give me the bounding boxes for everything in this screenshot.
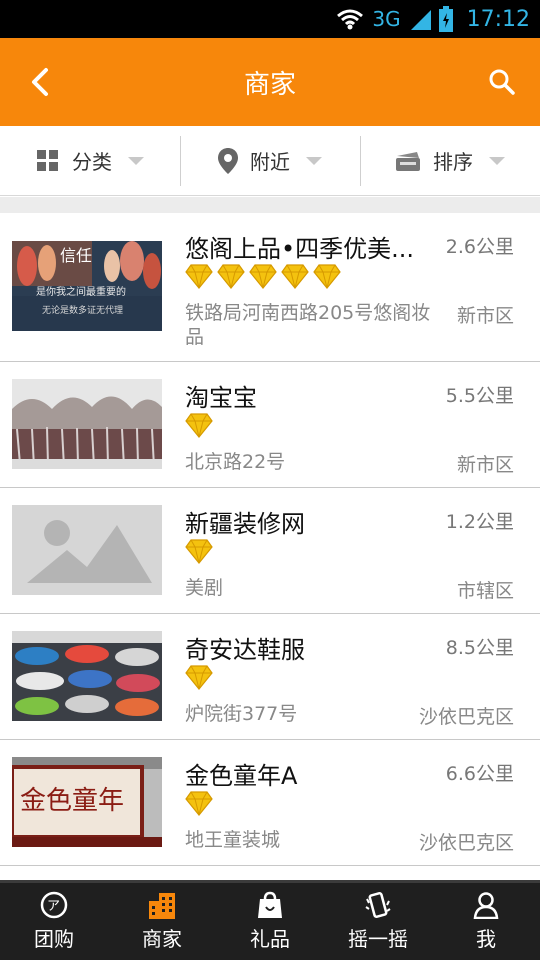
filter-nearby[interactable]: 附近: [180, 126, 360, 195]
merchant-address: 北京路22号: [185, 451, 286, 473]
tab-label: 摇一摇: [348, 927, 408, 951]
bottom-tab-bar: ア 团购 商家 礼品 摇一摇 我: [0, 880, 540, 960]
tab-group-buy[interactable]: ア 团购: [0, 883, 108, 960]
merchant-name: 金色童年A: [185, 762, 298, 790]
chevron-down-icon: [489, 156, 505, 165]
network-type: 3G: [372, 7, 401, 31]
rating-diamonds: [185, 412, 213, 438]
merchant-name: 奇安达鞋服: [185, 636, 305, 664]
merchant-list: 信任 是你我之间最重要的 无论是数多证无代理 悠阁上品•四季优美... 2.6公…: [0, 213, 540, 866]
filter-sort[interactable]: 排序: [360, 126, 540, 195]
tab-label: 商家: [142, 927, 182, 951]
divider: [0, 197, 540, 213]
shake-phone-icon: [365, 892, 391, 918]
rating-diamonds: [185, 664, 213, 690]
merchant-distance: 5.5公里: [445, 385, 514, 407]
thumb-text: 信任: [60, 246, 92, 265]
tab-shake[interactable]: 摇一摇: [324, 883, 432, 960]
tab-label: 我: [476, 927, 496, 951]
profile-icon: [473, 892, 499, 919]
merchant-distance: 8.5公里: [445, 637, 514, 659]
page-title: 商家: [243, 69, 296, 100]
thumb-text: 金色童年: [20, 786, 124, 816]
filter-category[interactable]: 分类: [0, 126, 180, 195]
tab-merchant[interactable]: 商家: [108, 883, 216, 960]
merchant-name: 悠阁上品•四季优美...: [185, 235, 415, 263]
filter-bar: 分类 附近 排序: [0, 126, 540, 196]
grid-icon: [37, 149, 58, 171]
rating-diamonds: [185, 263, 341, 289]
gift-bag-icon: [258, 891, 282, 918]
list-item[interactable]: 淘宝宝 5.5公里 北京路22号 新市区: [0, 362, 540, 488]
merchant-area: 新市区: [456, 454, 514, 476]
sort-icon: [396, 151, 420, 171]
diamond-icon: [281, 264, 309, 289]
rating-diamonds: [185, 538, 213, 564]
filter-category-label: 分类: [72, 150, 112, 174]
location-pin-icon: [218, 147, 238, 174]
wifi-icon: [337, 9, 364, 30]
filter-sort-label: 排序: [433, 150, 473, 174]
diamond-icon: [185, 413, 213, 438]
svg-text:ア: ア: [47, 899, 60, 914]
merchant-address: 炉院街377号: [185, 703, 298, 725]
back-arrow-icon[interactable]: [26, 66, 54, 98]
diamond-icon: [185, 665, 213, 690]
group-buy-icon: ア: [40, 891, 68, 919]
merchant-distance: 1.2公里: [445, 511, 514, 533]
list-item[interactable]: 奇安达鞋服 8.5公里 炉院街377号 沙依巴克区: [0, 614, 540, 740]
list-item[interactable]: 金色童年 金色童年A 6.6公里 地王童装城 沙依巴克区: [0, 740, 540, 866]
merchant-thumbnail: 信任 是你我之间最重要的 无论是数多证无代理: [12, 241, 162, 331]
merchant-name: 新疆装修网: [185, 510, 305, 538]
placeholder-image-icon: [12, 505, 162, 595]
diamond-icon: [185, 539, 213, 564]
filter-nearby-label: 附近: [250, 150, 290, 174]
diamond-icon: [249, 264, 277, 289]
merchant-distance: 6.6公里: [445, 763, 514, 785]
diamond-icon: [217, 264, 245, 289]
tab-gift[interactable]: 礼品: [216, 883, 324, 960]
rating-diamonds: [185, 790, 213, 816]
merchant-thumbnail: [12, 379, 162, 469]
merchant-area: 沙依巴克区: [418, 832, 514, 854]
merchant-thumbnail: [12, 631, 162, 721]
status-bar: 3G 17:12: [0, 0, 540, 38]
chevron-down-icon: [306, 156, 322, 165]
merchant-area: 新市区: [456, 305, 514, 327]
tab-label: 团购: [34, 927, 74, 951]
app-header: 商家: [0, 38, 540, 126]
merchant-area: 沙依巴克区: [418, 706, 514, 728]
diamond-icon: [185, 264, 213, 289]
tab-label: 礼品: [250, 927, 290, 951]
list-item[interactable]: 信任 是你我之间最重要的 无论是数多证无代理 悠阁上品•四季优美... 2.6公…: [0, 213, 540, 362]
tab-me[interactable]: 我: [432, 883, 540, 960]
clock: 17:12: [466, 6, 530, 32]
search-icon[interactable]: [488, 68, 516, 96]
merchant-distance: 2.6公里: [445, 236, 514, 258]
diamond-icon: [185, 791, 213, 816]
merchant-address: 美剧: [185, 577, 224, 599]
thumb-caption: 是你我之间最重要的: [36, 285, 126, 298]
diamond-icon: [313, 264, 341, 289]
thumb-caption-2: 无论是数多证无代理: [42, 304, 123, 316]
merchant-thumbnail: 金色童年: [12, 757, 162, 847]
battery-icon: [438, 6, 453, 32]
chevron-down-icon: [128, 156, 144, 165]
merchant-area: 市辖区: [456, 580, 514, 602]
merchant-building-icon: [149, 893, 175, 919]
merchant-name: 淘宝宝: [185, 384, 257, 412]
merchant-address: 地王童装城: [185, 829, 281, 851]
merchant-address: 铁路局河南西路205号悠阁妆品: [185, 302, 431, 348]
list-item[interactable]: 新疆装修网 1.2公里 美剧 市辖区: [0, 488, 540, 614]
signal-icon: [410, 10, 431, 30]
